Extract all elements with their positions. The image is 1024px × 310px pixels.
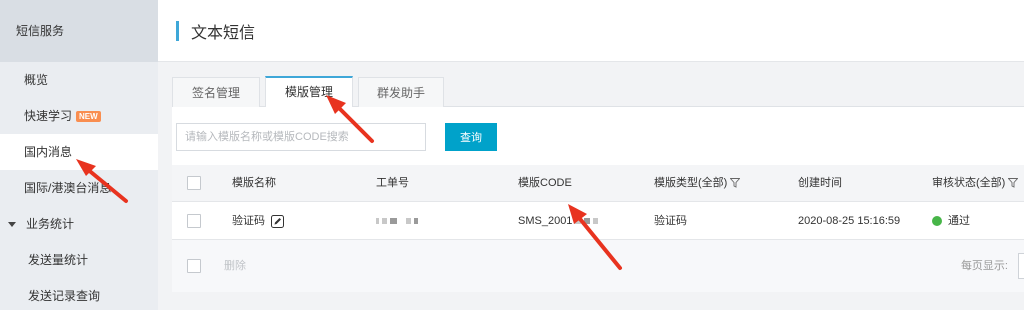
sidebar-group-stats[interactable]: 业务统计 [0, 206, 158, 242]
template-name-text: 验证码 [232, 215, 265, 227]
sidebar-item-domestic[interactable]: 国内消息 [0, 134, 158, 170]
table-header: 模版名称 工单号 模版CODE 模版类型(全部) 创建时间 审核状态(全部) [172, 165, 1024, 202]
cell-template-type: 验证码 [654, 215, 687, 227]
col-template-type-label: 模版类型(全部) [654, 177, 728, 189]
filter-icon[interactable] [1008, 178, 1019, 188]
col-review-status-label: 审核状态(全部) [932, 177, 1006, 189]
cell-created-time: 2020-08-25 15:16:59 [798, 215, 901, 227]
sidebar-item-overview[interactable]: 概览 [0, 62, 158, 98]
cell-ticket-no [376, 202, 421, 240]
new-badge: NEW [76, 111, 101, 123]
masked-text-block [406, 218, 411, 225]
masked-text-block [376, 218, 379, 225]
masked-text-block [390, 218, 397, 225]
main-area: 文本短信 签名管理 模版管理 群发助手 查询 模版名称 工单号 模版CODE 模… [158, 0, 1024, 310]
masked-text-block [382, 218, 387, 225]
masked-text-block [593, 218, 599, 225]
row-checkbox[interactable] [187, 214, 201, 228]
delete-button[interactable]: 删除 [224, 240, 246, 292]
sidebar-item-label: 快速学习 [24, 109, 73, 123]
sidebar-header: 短信服务 [0, 0, 158, 62]
search-button[interactable]: 查询 [445, 123, 497, 151]
status-text: 通过 [948, 215, 970, 227]
sidebar-group-label: 业务统计 [26, 217, 75, 231]
col-review-status[interactable]: 审核状态(全部) [932, 165, 1019, 202]
masked-text-block [414, 218, 418, 225]
tabs: 签名管理 模版管理 群发助手 [172, 74, 1024, 107]
sidebar-item-send-volume[interactable]: 发送量统计 [0, 242, 158, 278]
caret-down-icon [8, 222, 16, 228]
template-code-text: SMS_2001 [518, 215, 573, 227]
sidebar-item-label: 国内消息 [24, 145, 73, 159]
status-dot-icon [932, 216, 942, 227]
col-template-code: 模版CODE [518, 177, 572, 189]
title-accent [176, 21, 179, 41]
cell-template-name: 验证码 [232, 202, 284, 240]
sidebar-item-international[interactable]: 国际/港澳台消息 [0, 170, 158, 206]
search-input[interactable] [176, 123, 426, 151]
cell-template-code: SMS_2001 [518, 202, 601, 240]
filter-icon[interactable] [730, 178, 741, 188]
sidebar-item-label: 国际/港澳台消息 [24, 181, 112, 195]
tab-template[interactable]: 模版管理 [265, 76, 353, 107]
tab-signature[interactable]: 签名管理 [172, 77, 260, 107]
masked-text-block [574, 218, 582, 225]
page-title: 文本短信 [191, 25, 256, 42]
cell-review-status: 通过 [932, 202, 970, 240]
masked-text-block [584, 218, 591, 225]
edit-icon[interactable] [271, 214, 284, 228]
sidebar: 短信服务 概览 快速学习 NEW 国内消息 国际/港澳台消息 业务统计 发送量统计… [0, 0, 158, 310]
sidebar-item-quick-learn[interactable]: 快速学习 NEW [0, 98, 158, 134]
table-row[interactable]: 验证码 SMS_2001 验证码 2020-08-25 15:16:59 通过 [172, 202, 1024, 240]
footer-select-checkbox[interactable] [187, 259, 201, 273]
content-panel: 签名管理 模版管理 群发助手 查询 模版名称 工单号 模版CODE 模版类型(全… [172, 74, 1024, 292]
tab-bulk-send[interactable]: 群发助手 [358, 77, 444, 107]
sidebar-item-label: 发送量统计 [28, 253, 89, 267]
col-ticket-no: 工单号 [376, 177, 409, 189]
col-template-type[interactable]: 模版类型(全部) [654, 165, 741, 202]
col-created-time: 创建时间 [798, 177, 842, 189]
col-template-name: 模版名称 [232, 177, 276, 189]
select-all-checkbox[interactable] [187, 176, 201, 190]
sidebar-item-send-records[interactable]: 发送记录查询 [0, 278, 158, 310]
per-page-select[interactable] [1018, 253, 1024, 279]
sidebar-item-label: 概览 [24, 73, 49, 87]
sidebar-item-label: 发送记录查询 [28, 289, 101, 303]
title-bar: 文本短信 [158, 0, 1024, 62]
per-page-label: 每页显示: [960, 260, 1008, 272]
table-footer: 删除 每页显示: [172, 240, 1024, 292]
